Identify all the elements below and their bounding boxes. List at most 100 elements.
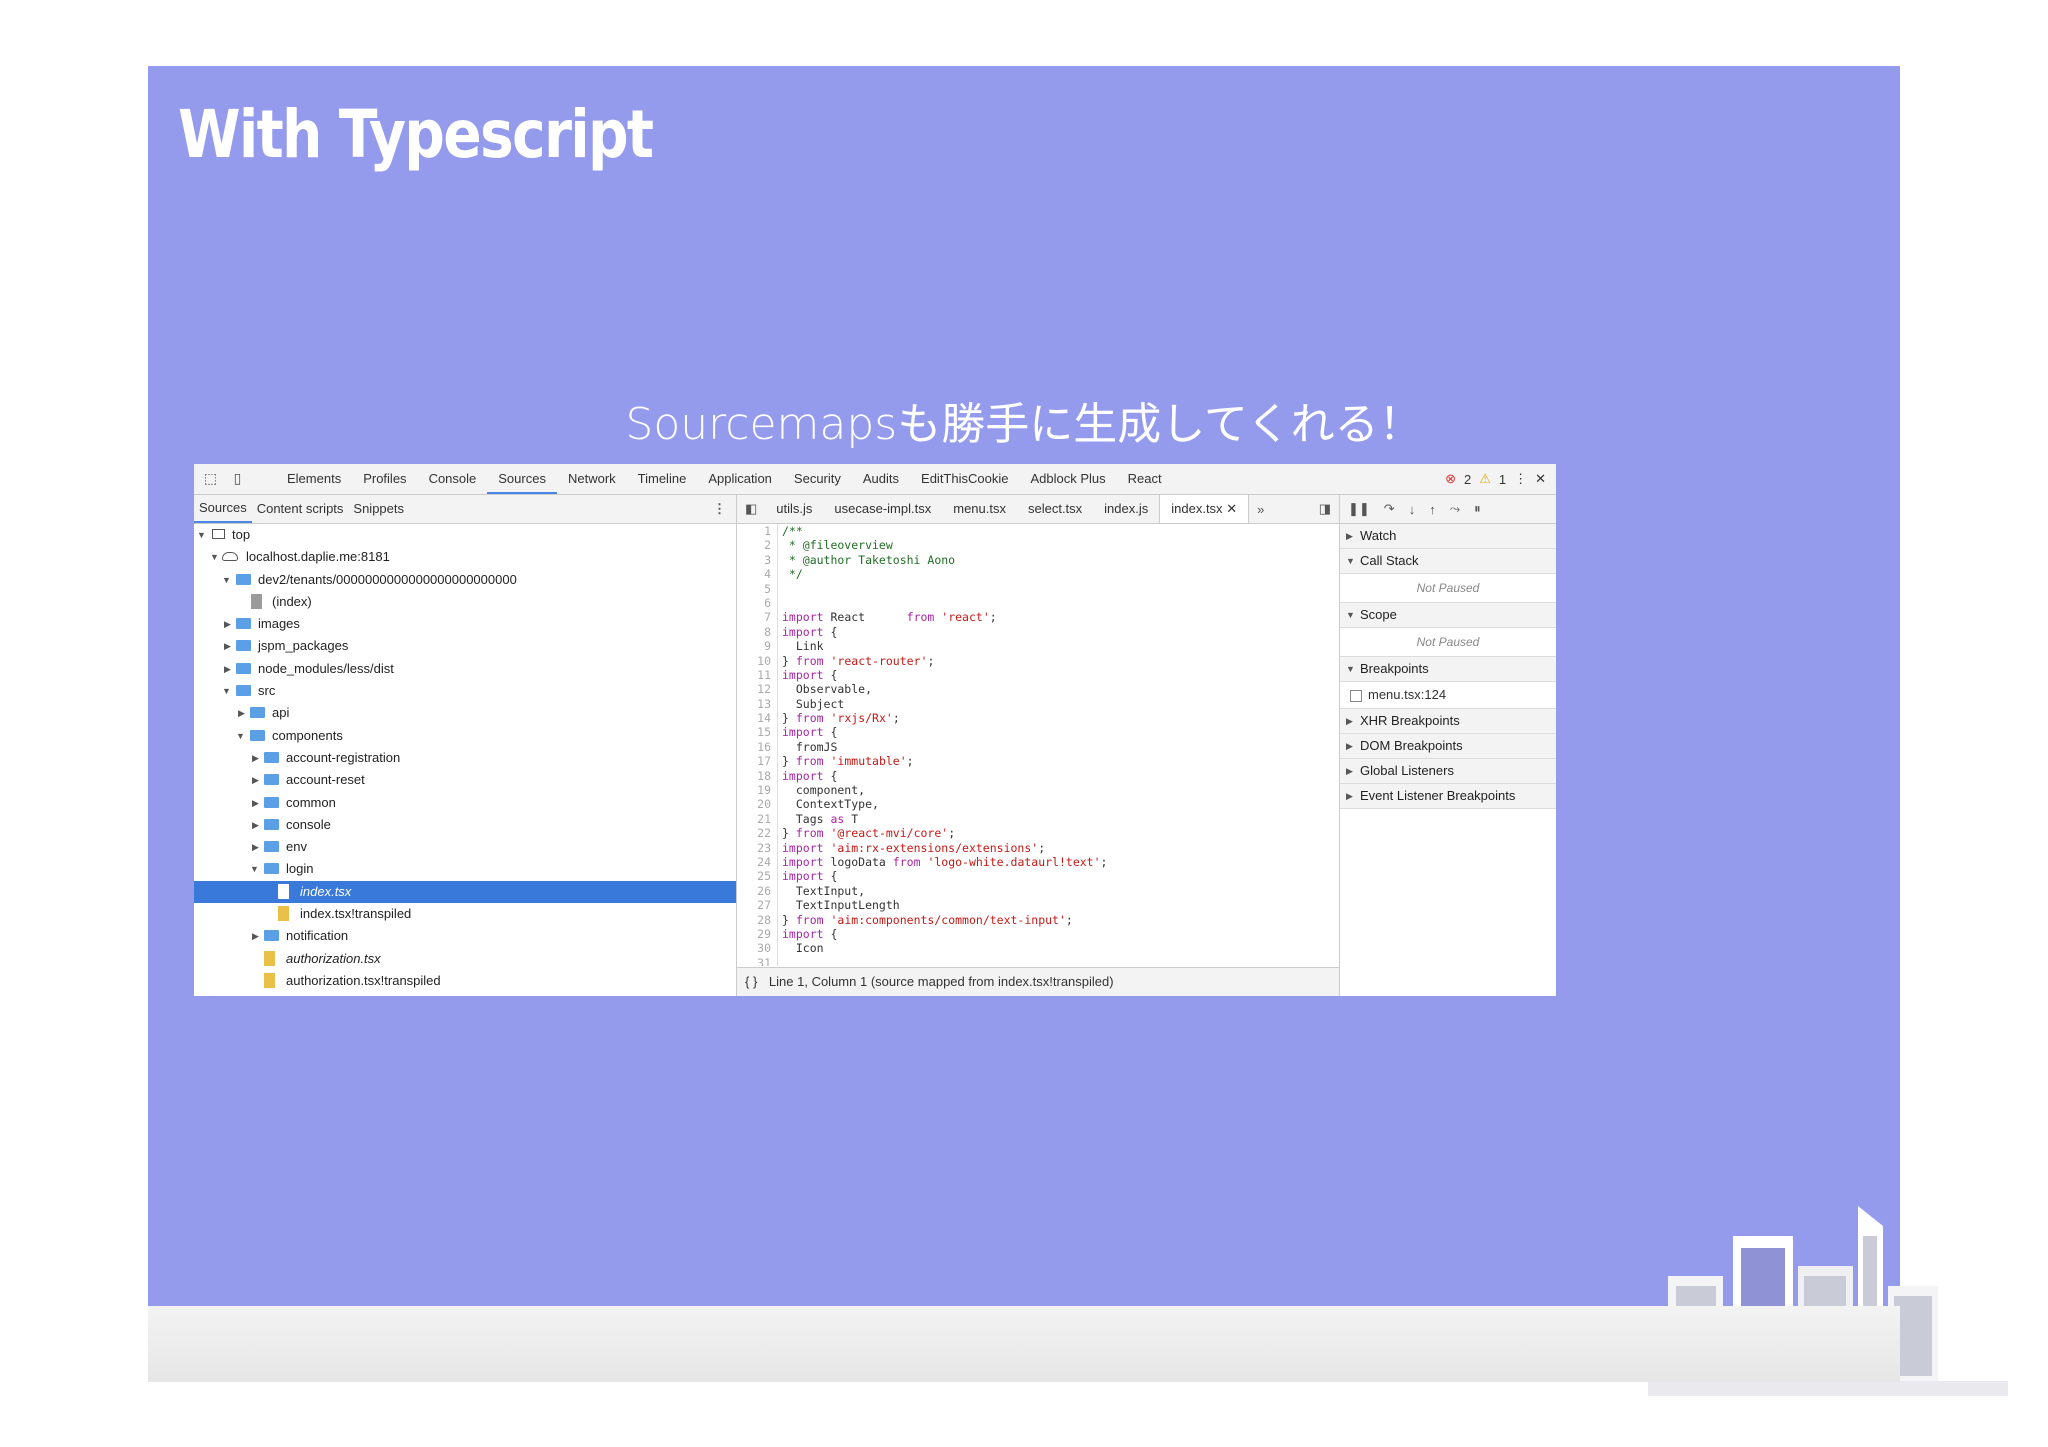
code-line[interactable]: 9 Link	[737, 639, 1339, 654]
tree-item[interactable]: ▶ notification	[194, 925, 736, 947]
toggle-debugger-icon[interactable]: ◨	[1311, 501, 1339, 517]
tree-item[interactable]: ▼ top	[194, 524, 736, 546]
code-line[interactable]: 27 TextInputLength	[737, 898, 1339, 913]
section-scope[interactable]: ▼ Scope	[1340, 603, 1556, 628]
tab-audits[interactable]: Audits	[852, 464, 910, 494]
error-icon[interactable]: ⊗	[1445, 471, 1456, 487]
line-number[interactable]: 4	[737, 567, 778, 582]
line-number[interactable]: 10	[737, 653, 778, 668]
file-tab-active[interactable]: index.tsx ✕	[1159, 495, 1250, 523]
line-number[interactable]: 21	[737, 811, 778, 827]
step-out-icon[interactable]: ↑	[1429, 502, 1436, 517]
deactivate-breakpoints-icon[interactable]: ⤳	[1450, 501, 1460, 517]
line-number[interactable]: 22	[737, 826, 778, 841]
pause-icon[interactable]: ❚❚	[1348, 501, 1370, 517]
breakpoint-item[interactable]: menu.tsx:124	[1340, 682, 1556, 709]
tree-item[interactable]: ▶ common	[194, 792, 736, 814]
code-line[interactable]: 11 import {	[737, 667, 1339, 683]
code-editor[interactable]: 1/** 2 * @fileoverview 3 * @author Taketos…	[737, 524, 1339, 966]
tree-item[interactable]: ▶ jspm_packages	[194, 635, 736, 657]
code-line[interactable]: 29 import {	[737, 926, 1339, 942]
tab-network[interactable]: Network	[557, 464, 627, 494]
line-number[interactable]: 2	[737, 538, 778, 553]
tab-editthiscookie[interactable]: EditThisCookie	[910, 464, 1019, 494]
tree-item[interactable]: ▶ console	[194, 814, 736, 836]
line-number[interactable]: 6	[737, 595, 778, 611]
pretty-print-icon[interactable]: { }	[737, 974, 765, 989]
code-line[interactable]: 10} from 'react-router';	[737, 653, 1339, 668]
file-tab[interactable]: index.js	[1093, 495, 1159, 523]
step-into-icon[interactable]: ↓	[1409, 502, 1416, 517]
line-number[interactable]: 30	[737, 941, 778, 956]
tree-item[interactable]: (index)	[194, 591, 736, 613]
line-number[interactable]: 23	[737, 840, 778, 855]
nav-tab-content-scripts[interactable]: Content scripts	[252, 495, 349, 523]
tab-application[interactable]: Application	[697, 464, 783, 494]
tree-item[interactable]: ▼ localhost.daplie.me:8181	[194, 546, 736, 568]
tab-adblock-plus[interactable]: Adblock Plus	[1019, 464, 1116, 494]
tree-item[interactable]: authorization.tsx!transpiled	[194, 970, 736, 992]
section-call-stack[interactable]: ▼ Call Stack	[1340, 549, 1556, 574]
tree-item[interactable]: ▶ api	[194, 702, 736, 724]
code-line[interactable]: 2 * @fileoverview	[737, 538, 1339, 553]
tree-item[interactable]: ▼ components	[194, 725, 736, 747]
tree-item[interactable]: ▶ node_modules/less/dist	[194, 658, 736, 680]
code-line[interactable]: 14} from 'rxjs/Rx';	[737, 711, 1339, 726]
file-tab[interactable]: utils.js	[765, 495, 823, 523]
line-number[interactable]: 1	[737, 524, 778, 539]
tree-item[interactable]: ▼ src	[194, 680, 736, 702]
code-line[interactable]: 30 Icon	[737, 941, 1339, 956]
navigator-menu-icon[interactable]: ⋮	[713, 501, 726, 517]
tree-item[interactable]: ▼ dev2/tenants/0000000000000000000000000	[194, 569, 736, 591]
code-line[interactable]: 26 TextInput,	[737, 883, 1339, 899]
code-line[interactable]: 23 import 'aim:rx-extensions/extensions';	[737, 840, 1339, 855]
tree-item[interactable]: index.tsx!transpiled	[194, 903, 736, 925]
line-number[interactable]: 27	[737, 898, 778, 913]
line-number[interactable]: 25	[737, 869, 778, 884]
line-number[interactable]: 3	[737, 552, 778, 568]
section-watch[interactable]: ▶ Watch	[1340, 524, 1556, 549]
code-line[interactable]: 1 /**	[737, 524, 1339, 539]
line-number[interactable]: 31	[737, 955, 778, 966]
line-number[interactable]: 12	[737, 682, 778, 697]
tree-item[interactable]: ▶ account-registration	[194, 747, 736, 769]
code-line[interactable]: 5	[737, 581, 1339, 596]
close-tab-icon[interactable]: ✕	[1226, 501, 1237, 516]
section-breakpoints[interactable]: ▼ Breakpoints	[1340, 657, 1556, 682]
file-tab[interactable]: usecase-impl.tsx	[823, 495, 942, 523]
line-number[interactable]: 28	[737, 912, 778, 927]
tab-security[interactable]: Security	[783, 464, 852, 494]
code-line[interactable]: 19 component,	[737, 783, 1339, 798]
code-line[interactable]: 28} from 'aim:components/common/text-inp…	[737, 912, 1339, 927]
line-number[interactable]: 17	[737, 754, 778, 769]
code-line[interactable]: 13 Subject	[737, 696, 1339, 712]
nav-tab-sources[interactable]: Sources	[194, 495, 252, 523]
section-global-listeners[interactable]: ▶ Global Listeners	[1340, 759, 1556, 784]
line-number[interactable]: 14	[737, 711, 778, 726]
line-number[interactable]: 24	[737, 854, 778, 870]
code-line[interactable]: 24 import logoData from 'logo-white.datau…	[737, 854, 1339, 870]
more-tabs-icon[interactable]: »	[1249, 502, 1272, 517]
code-line[interactable]: 3 * @author Taketoshi Aono	[737, 552, 1339, 568]
line-number[interactable]: 8	[737, 624, 778, 640]
code-line[interactable]: 31	[737, 955, 1339, 966]
line-number[interactable]: 13	[737, 696, 778, 712]
tab-timeline[interactable]: Timeline	[627, 464, 698, 494]
code-line[interactable]: 12 Observable,	[737, 682, 1339, 697]
code-line[interactable]: 4 */	[737, 567, 1339, 582]
tab-sources[interactable]: Sources	[487, 464, 557, 494]
line-number[interactable]: 29	[737, 926, 778, 942]
code-line[interactable]: 22} from '@react-mvi/core';	[737, 826, 1339, 841]
tab-profiles[interactable]: Profiles	[352, 464, 417, 494]
tab-elements[interactable]: Elements	[276, 464, 352, 494]
breakpoint-checkbox[interactable]	[1350, 689, 1362, 702]
close-icon[interactable]: ✕	[1535, 471, 1546, 487]
tree-item[interactable]: ▶ account-reset	[194, 769, 736, 791]
code-line[interactable]: 8 import {	[737, 624, 1339, 640]
line-number[interactable]: 26	[737, 883, 778, 899]
toggle-navigator-icon[interactable]: ◧	[737, 501, 765, 517]
line-number[interactable]: 7	[737, 610, 778, 625]
code-line[interactable]: 18 import {	[737, 768, 1339, 784]
line-number[interactable]: 11	[737, 667, 778, 683]
line-number[interactable]: 9	[737, 639, 778, 654]
